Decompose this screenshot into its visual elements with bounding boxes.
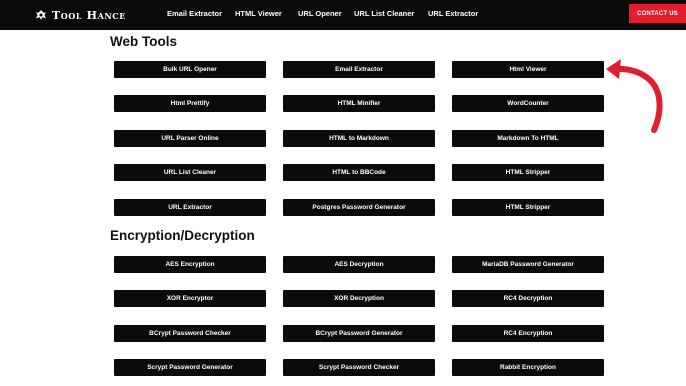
tool-button[interactable]: Html Viewer <box>452 61 604 78</box>
tool-button[interactable]: Scrypt Password Checker <box>283 359 435 376</box>
tool-button[interactable]: BCrypt Password Checker <box>114 325 266 342</box>
tool-button[interactable]: Scrypt Password Generator <box>114 359 266 376</box>
tool-button[interactable]: XOR Decryption <box>283 290 435 307</box>
nav-url-opener[interactable]: URL Opener <box>298 9 342 18</box>
tool-button[interactable]: Markdown To HTML <box>452 130 604 147</box>
tool-button[interactable]: HTML Minifier <box>283 95 435 112</box>
brand-name: Tool Hance <box>52 8 126 22</box>
tool-button[interactable]: Html Prettify <box>114 95 266 112</box>
tool-button[interactable]: HTML to BBCode <box>283 164 435 181</box>
tool-button[interactable]: Bulk URL Opener <box>114 61 266 78</box>
tool-button[interactable]: URL List Cleaner <box>114 164 266 181</box>
tool-button[interactable]: URL Extractor <box>114 199 266 216</box>
tool-button[interactable]: BCrypt Password Generator <box>283 325 435 342</box>
brand-logo[interactable]: Tool Hance <box>34 7 126 23</box>
contact-us-button[interactable]: CONTACT US <box>629 4 686 23</box>
tool-button[interactable]: RC4 Decryption <box>452 290 604 307</box>
tool-button[interactable]: HTML Stripper <box>452 199 604 216</box>
section-title-encryption: Encryption/Decryption <box>110 228 255 243</box>
top-navigation-bar: Tool Hance Email Extractor HTML Viewer U… <box>0 0 686 30</box>
nav-html-viewer[interactable]: HTML Viewer <box>235 9 282 18</box>
tool-button[interactable]: Email Extractor <box>283 61 435 78</box>
tool-button[interactable]: XOR Encryptor <box>114 290 266 307</box>
section-title-web-tools: Web Tools <box>110 34 177 49</box>
tool-button[interactable]: HTML to Markdown <box>283 130 435 147</box>
curved-arrow-icon <box>606 59 663 133</box>
tool-button[interactable]: RC4 Encryption <box>452 325 604 342</box>
nav-url-list-cleaner[interactable]: URL List Cleaner <box>354 9 414 18</box>
tool-button[interactable]: AES Decryption <box>283 256 435 273</box>
tool-button[interactable]: URL Parser Online <box>114 130 266 147</box>
nav-email-extractor[interactable]: Email Extractor <box>167 9 222 18</box>
tool-button[interactable]: AES Encryption <box>114 256 266 273</box>
tool-button[interactable]: WordCounter <box>452 95 604 112</box>
tool-button[interactable]: Rabbit Encryption <box>452 359 604 376</box>
tool-button[interactable]: HTML Stripper <box>452 164 604 181</box>
brand-logo-icon <box>36 10 46 20</box>
tool-button[interactable]: Postgres Password Generator <box>283 199 435 216</box>
nav-url-extractor[interactable]: URL Extractor <box>428 9 478 18</box>
tool-button[interactable]: MariaDB Password Generator <box>452 256 604 273</box>
